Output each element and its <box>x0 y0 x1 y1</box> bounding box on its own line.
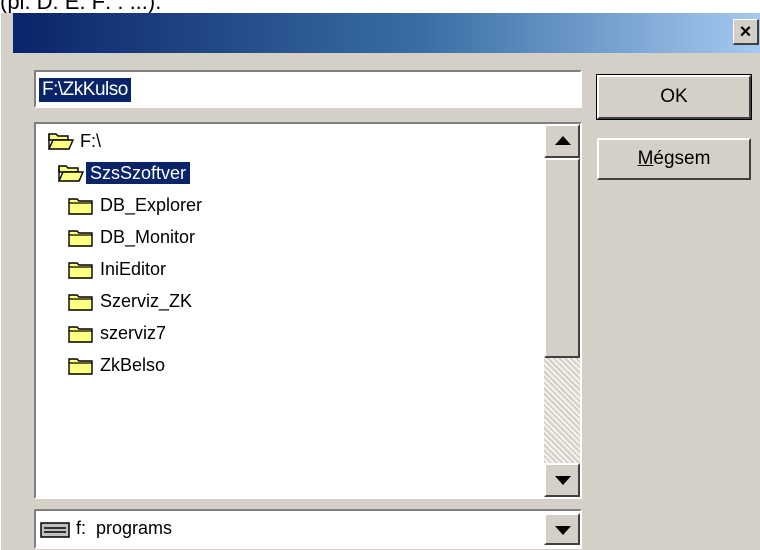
folder-item-label: Szerviz_ZK <box>100 291 193 311</box>
vertical-scrollbar[interactable] <box>544 124 580 497</box>
chevron-down-icon <box>555 526 571 535</box>
scroll-up-button[interactable] <box>544 124 580 158</box>
drive-select[interactable]: f: programs <box>34 509 582 549</box>
folder-item-label: SzsSzoftver <box>86 162 191 184</box>
folder-icon <box>68 355 94 375</box>
open-folder-icon <box>47 131 75 151</box>
cancel-mnemonic: M <box>637 148 654 169</box>
folder-item-label: F:\ <box>80 131 101 151</box>
folder-dialog: × F:\ZkKulso OK Mégsem F:\ SzsSzoftver DB_… <box>0 13 760 550</box>
folder-list[interactable]: F:\ SzsSzoftver DB_Explorer DB_Monitor IniEd… <box>34 122 582 499</box>
folder-item-label: DB_Monitor <box>100 227 196 247</box>
arrow-down-icon <box>555 476 571 485</box>
cancel-label: égsem <box>653 148 711 169</box>
folder-icon <box>68 323 94 343</box>
folder-icon <box>68 195 94 215</box>
ok-button[interactable]: OK <box>596 74 752 120</box>
drive-dropdown-button[interactable] <box>544 513 580 545</box>
scroll-down-button[interactable] <box>544 463 580 497</box>
title-bar <box>13 13 760 53</box>
folder-icon <box>68 291 94 311</box>
open-folder-icon <box>57 163 85 183</box>
folder-icon <box>68 259 94 279</box>
arrow-up-icon <box>555 136 571 145</box>
folder-item-label: IniEditor <box>100 259 167 279</box>
drive-label: f: programs <box>76 518 173 538</box>
folder-icon <box>68 227 94 247</box>
close-button[interactable]: × <box>733 19 759 45</box>
cancel-button[interactable]: Mégsem <box>597 138 751 180</box>
folder-item-label: szerviz7 <box>100 323 167 343</box>
drive-icon <box>40 522 70 538</box>
folder-list-items: F:\ SzsSzoftver DB_Explorer DB_Monitor IniEd… <box>36 124 544 497</box>
folder-item-label: DB_Explorer <box>100 195 203 215</box>
path-input[interactable]: F:\ZkKulso <box>34 70 582 108</box>
path-input-value: F:\ZkKulso <box>39 78 131 102</box>
scroll-thumb[interactable] <box>544 158 580 358</box>
folder-item-label: ZkBelso <box>100 355 166 375</box>
